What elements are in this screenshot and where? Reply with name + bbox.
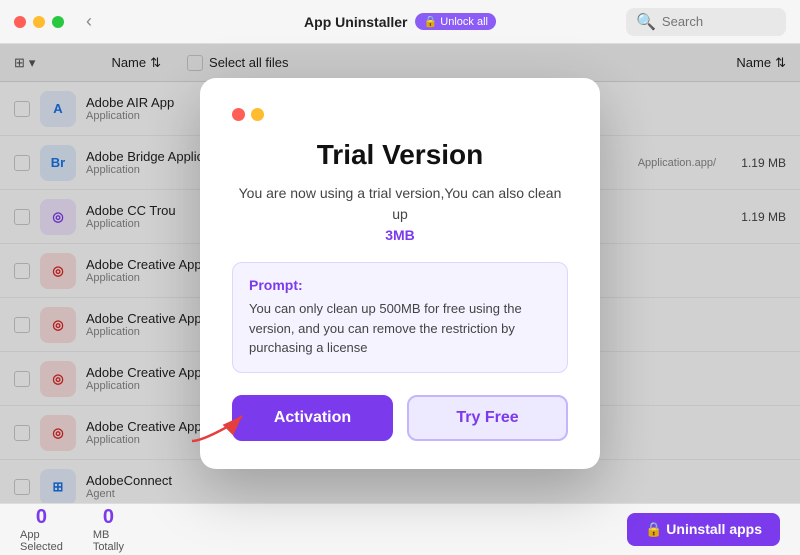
arrow-icon (182, 406, 252, 446)
app-selected-label: AppSelected (20, 529, 63, 553)
unlock-label: 🔒 Unlock all (424, 15, 488, 28)
titlebar: ‹ App Uninstaller 🔒 Unlock all 🔍 (0, 0, 800, 44)
app-selected-stat: 0 AppSelected (20, 506, 63, 553)
titlebar-left: ‹ (14, 11, 96, 32)
prompt-text: You can only clean up 500MB for free usi… (249, 299, 551, 358)
mb-totally-stat: 0 MBTotally (93, 506, 124, 553)
modal-title: Trial Version (232, 139, 568, 171)
try-free-button[interactable]: Try Free (407, 395, 568, 441)
mb-totally-count: 0 (103, 506, 114, 529)
unlock-badge[interactable]: 🔒 Unlock all (416, 13, 496, 30)
maximize-button[interactable] (52, 16, 64, 28)
bottom-bar: 0 AppSelected 0 MBTotally 🔒 Uninstall ap… (0, 503, 800, 555)
uninstall-button[interactable]: 🔒 Uninstall apps (627, 513, 780, 546)
modal-buttons: Activation Try Free (232, 395, 568, 441)
modal-highlight-size: 3MB (385, 227, 415, 243)
titlebar-right: 🔍 (626, 8, 786, 36)
modal-close-dot[interactable] (232, 108, 245, 121)
modal-desc: You are now using a trial version,You ca… (232, 183, 568, 246)
search-icon: 🔍 (636, 12, 656, 32)
titlebar-center: App Uninstaller 🔒 Unlock all (304, 13, 496, 30)
trial-modal: Trial Version You are now using a trial … (200, 78, 600, 469)
modal-min-dot[interactable] (251, 108, 264, 121)
window-controls (14, 16, 64, 28)
arrow-annotation (182, 406, 252, 451)
activation-button[interactable]: Activation (232, 395, 393, 441)
mb-totally-label: MBTotally (93, 529, 124, 553)
search-input[interactable] (662, 14, 776, 29)
close-button[interactable] (14, 16, 26, 28)
modal-overlay: Trial Version You are now using a trial … (0, 44, 800, 503)
prompt-box: Prompt: You can only clean up 500MB for … (232, 262, 568, 373)
back-button[interactable]: ‹ (82, 11, 96, 32)
modal-desc-text: You are now using a trial version,You ca… (239, 185, 562, 222)
app-selected-count: 0 (36, 506, 47, 529)
search-box[interactable]: 🔍 (626, 8, 786, 36)
app-title: App Uninstaller (304, 14, 407, 30)
prompt-label: Prompt: (249, 277, 551, 293)
minimize-button[interactable] (33, 16, 45, 28)
modal-traffic-lights (232, 108, 568, 121)
